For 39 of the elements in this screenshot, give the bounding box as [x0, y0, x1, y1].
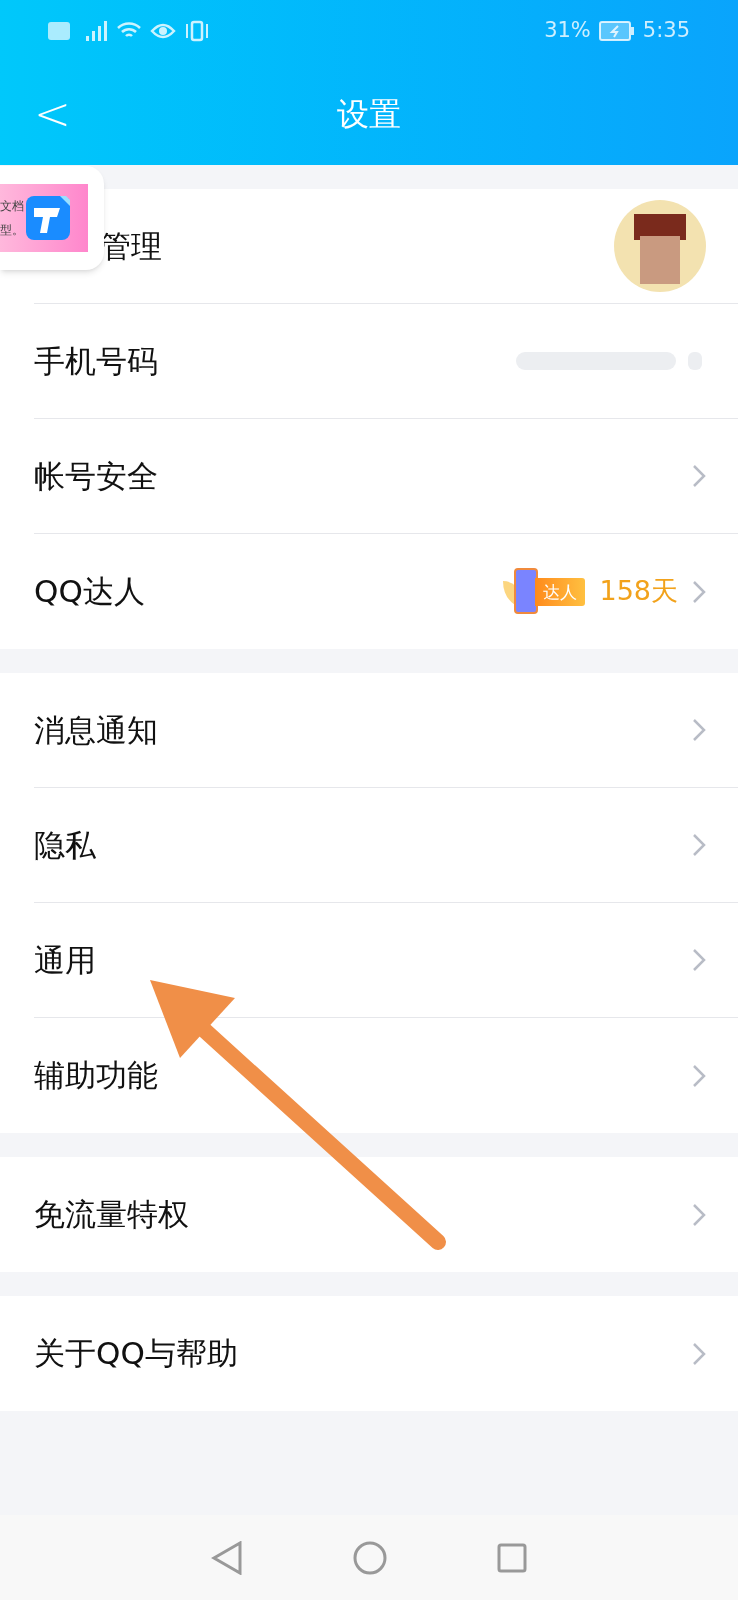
row-label: 关于QQ与帮助 — [34, 1334, 239, 1374]
settings-row[interactable]: 帐号安全 — [34, 419, 738, 534]
chevron-icon — [692, 579, 706, 604]
row-label: 帐号安全 — [34, 456, 159, 496]
expert-badge: 达人 — [501, 566, 586, 617]
chevron-icon — [692, 718, 706, 742]
home-circle-icon[interactable] — [353, 1540, 387, 1575]
recents-square-icon[interactable] — [497, 1542, 527, 1573]
hd-icon — [48, 22, 70, 40]
back-triangle-icon[interactable] — [211, 1540, 243, 1575]
battery-percent: 31% — [544, 17, 591, 45]
clock: 5:35 — [642, 17, 690, 45]
chevron-icon — [692, 948, 706, 972]
days-count: 158天 — [599, 574, 678, 609]
vibrate-icon — [184, 20, 210, 42]
battery-icon — [598, 21, 635, 41]
row-label: 手机号码 — [34, 341, 159, 381]
document-app-icon — [26, 196, 70, 240]
row-label: 隐私 — [34, 825, 97, 865]
widget-text: 文档 — [0, 198, 25, 215]
chevron-icon — [692, 833, 706, 857]
row-label: 通用 — [34, 940, 97, 980]
chevron-icon — [692, 1341, 706, 1366]
chevron-icon — [692, 1063, 706, 1088]
chevron-icon — [692, 464, 706, 488]
floating-popup[interactable]: 文档 型。 — [0, 166, 104, 270]
row-label: QQ达人 — [34, 572, 146, 612]
eye-icon — [150, 21, 176, 41]
settings-row[interactable]: 辅助功能 — [34, 1018, 738, 1133]
row-label: 免流量特权 — [34, 1195, 190, 1235]
widget-text: 型。 — [0, 222, 25, 239]
settings-row[interactable]: 隐私 — [34, 788, 738, 903]
chevron-icon — [692, 1202, 706, 1227]
settings-row[interactable]: QQ达人 达人 158天 — [34, 534, 738, 649]
page-title: 设置 — [337, 93, 401, 135]
settings-row[interactable]: 消息通知 — [34, 673, 738, 788]
settings-row[interactable]: 手机号码 — [34, 304, 738, 419]
row-label: 消息通知 — [34, 710, 159, 750]
row-label: 辅助功能 — [34, 1056, 159, 1096]
